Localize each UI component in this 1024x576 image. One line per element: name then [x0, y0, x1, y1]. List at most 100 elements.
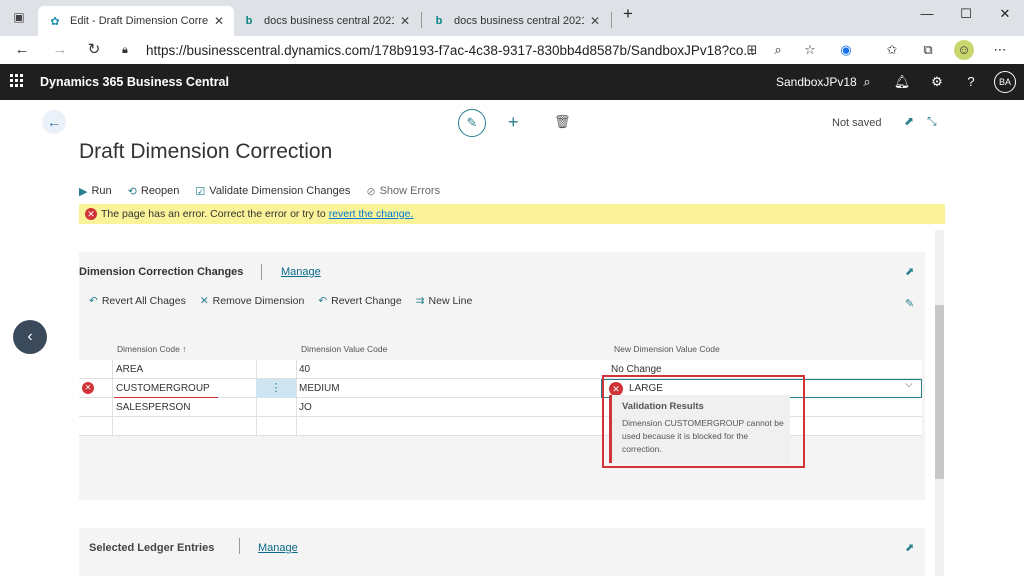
row-error-icon: ✕ [82, 382, 94, 394]
show-errors-button[interactable]: ⊘ Show Errors [366, 185, 440, 198]
manage-link[interactable]: Manage [281, 266, 321, 278]
action-bar: ▶ Run ⟲ Reopen ☑ Validate Dimension Changes… [79, 182, 456, 200]
dimension-code-cell[interactable]: AREA [116, 364, 143, 375]
divider [296, 379, 297, 398]
apps-icon[interactable]: ⊞ [742, 40, 762, 60]
divider [112, 360, 113, 379]
close-tab-icon[interactable]: ✕ [400, 14, 410, 28]
window-menu-icon[interactable]: ▣ [10, 8, 28, 26]
dimension-value-cell[interactable]: 40 [299, 364, 310, 375]
browser-tab-active[interactable]: ✿ Edit - Draft Dimension Correction ✕ [38, 6, 234, 36]
favorite-star-icon[interactable]: ☆ [800, 40, 820, 60]
row-menu-icon[interactable]: ⋮ [256, 379, 296, 398]
profile-icon[interactable]: ☺ [954, 40, 974, 60]
part-title: Dimension Correction Changes [79, 266, 244, 278]
new-record-icon[interactable]: + [508, 112, 519, 133]
divider [261, 264, 262, 280]
address-bar-row: ← → ↻ 🔒︎ https://businesscentral.dynamic… [0, 36, 1024, 64]
column-new-dimension-value-code[interactable]: New Dimension Value Code [614, 344, 720, 354]
waffle-icon[interactable] [10, 74, 24, 88]
browser-tab[interactable]: b docs business central 2021 wave ✕ [422, 6, 610, 36]
chevron-down-icon[interactable]: ⌵ [905, 379, 913, 390]
refresh-icon[interactable]: ↻ [84, 40, 104, 60]
maximize-icon[interactable]: ☐ [956, 6, 976, 22]
zoom-icon[interactable]: ⌕ [768, 40, 788, 60]
dimension-code-cell[interactable]: SALESPERSON [116, 402, 190, 413]
bing-icon: b [245, 15, 253, 27]
selected-ledger-entries-part: Selected Ledger Entries Manage ⬈ [79, 528, 925, 576]
revert-icon: ↶ [89, 295, 98, 307]
error-icon: ✕ [85, 208, 97, 220]
page-body: ← ✎ + 🗑︎ Not saved ⬈ ⤡ Draft Dimension C… [0, 100, 1024, 576]
extension-icon[interactable]: ◉ [836, 40, 856, 60]
validate-label: Validate Dimension Changes [209, 185, 351, 197]
gear-icon[interactable]: ⚙ [928, 73, 946, 91]
chevron-left-icon[interactable]: ‹ [13, 320, 47, 354]
edit-pencil-icon[interactable]: ✎ [458, 109, 486, 137]
close-window-icon[interactable]: ✕ [995, 6, 1015, 22]
remove-icon: ✕ [199, 295, 209, 307]
run-label: Run [91, 185, 112, 197]
divider [112, 379, 113, 398]
divider [256, 360, 257, 379]
reopen-button[interactable]: ⟲ Reopen [128, 185, 180, 198]
pin-icon[interactable]: ✎ [905, 297, 914, 310]
tab-label: Edit - Draft Dimension Correction [70, 15, 208, 27]
dimension-value-cell[interactable]: MEDIUM [299, 383, 340, 394]
lock-icon: 🔒︎ [122, 43, 128, 56]
error-text: The page has an error. Correct the error… [101, 208, 326, 220]
environment-name[interactable]: SandboxJPv18 [776, 75, 857, 89]
minimize-icon[interactable]: — [917, 6, 937, 21]
avatar[interactable]: BA [994, 71, 1016, 93]
divider [112, 398, 113, 417]
part-title: Selected Ledger Entries [89, 542, 215, 554]
tab-divider [611, 12, 612, 28]
collections-icon[interactable]: ⧉ [918, 40, 938, 60]
validate-dimension-changes-button[interactable]: ☑ Validate Dimension Changes [195, 185, 350, 198]
revert-all-changes-button[interactable]: ↶ Revert All Chages [89, 295, 186, 307]
new-dimension-value-cell[interactable]: No Change [611, 364, 662, 375]
expand-icon[interactable]: ⬈ [905, 265, 914, 278]
more-icon[interactable]: ⋯ [990, 40, 1010, 60]
remove-dimension-button[interactable]: ✕ Remove Dimension [200, 295, 304, 307]
dimension-code-cell[interactable]: CUSTOMERGROUP [116, 383, 210, 394]
grid-header: Dimension Code ↑ Dimension Value Code Ne… [79, 336, 922, 360]
run-button[interactable]: ▶ Run [79, 185, 112, 198]
collapse-icon[interactable]: ⤡ [927, 114, 937, 129]
show-errors-icon: ⊘ [366, 185, 376, 198]
column-dimension-value-code[interactable]: Dimension Value Code [301, 344, 387, 354]
revert-all-label: Revert All Chages [101, 295, 186, 307]
bell-icon[interactable]: 🔔︎ [893, 73, 911, 91]
help-icon[interactable]: ? [962, 73, 980, 91]
new-tab-button[interactable]: + [618, 4, 638, 24]
divider [112, 417, 113, 436]
back-arrow-icon[interactable]: ← [12, 40, 32, 60]
manage-link[interactable]: Manage [258, 542, 298, 554]
search-icon[interactable]: ⌕ [858, 73, 876, 91]
divider [296, 360, 297, 379]
new-line-button[interactable]: ⇉ New Line [416, 295, 473, 307]
divider [296, 417, 297, 436]
browser-tab[interactable]: b docs business central 2021 wave ✕ [232, 6, 420, 36]
delete-icon[interactable]: 🗑︎ [554, 114, 571, 130]
url-text: https://businesscentral.dynamics.com/178… [146, 42, 755, 58]
revert-change-button[interactable]: ↶ Revert Change [318, 295, 401, 307]
expand-icon[interactable]: ⬈ [905, 541, 914, 554]
app-header: Dynamics 365 Business Central SandboxJPv… [0, 64, 1024, 100]
popout-icon[interactable]: ⬈ [904, 114, 914, 128]
error-banner: ✕ The page has an error. Correct the err… [79, 204, 945, 224]
dimension-value-cell[interactable]: JO [299, 402, 312, 413]
close-tab-icon[interactable]: ✕ [590, 14, 600, 28]
back-icon[interactable]: ← [42, 110, 66, 134]
divider [296, 398, 297, 417]
scrollbar-thumb[interactable] [935, 305, 944, 479]
browser-tab-strip: ▣ ✿ Edit - Draft Dimension Correction ✕ … [0, 0, 1024, 36]
reopen-icon: ⟲ [127, 185, 137, 198]
forward-arrow-icon[interactable]: → [50, 40, 70, 60]
tab-label: docs business central 2021 wave [264, 15, 394, 27]
favorites-icon[interactable]: ✩ [882, 40, 902, 60]
close-tab-icon[interactable]: ✕ [214, 14, 224, 28]
revert-change-label: Revert Change [331, 295, 402, 307]
revert-change-link[interactable]: revert the change. [329, 208, 414, 220]
column-dimension-code[interactable]: Dimension Code ↑ [117, 344, 186, 354]
